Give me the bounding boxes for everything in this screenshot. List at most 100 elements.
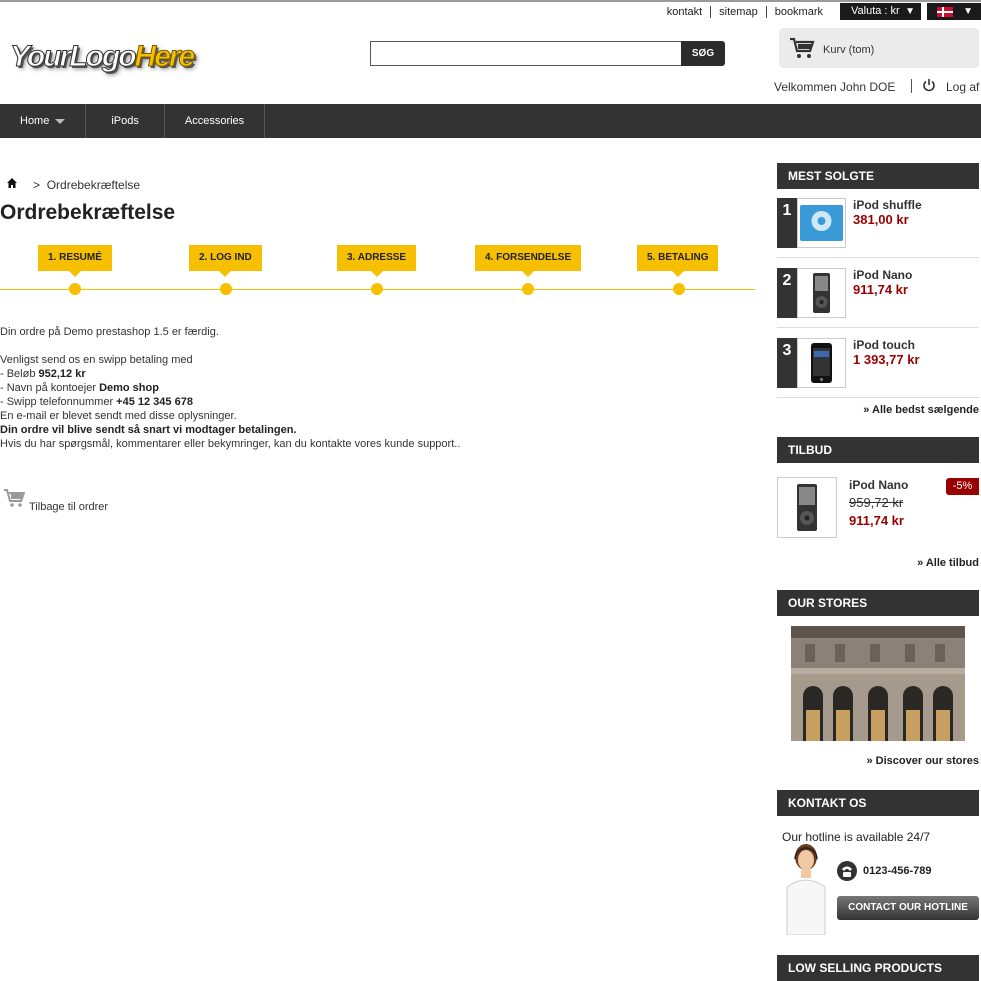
currency-label: Valuta : kr [851,5,900,17]
cart-box[interactable]: Kurv (tom) [779,28,979,68]
step-dot [673,283,685,295]
top-border [0,0,981,2]
currency-select[interactable]: Valuta : kr ▼ [840,3,921,20]
welcome-text: Velkommen John DOE [774,80,896,94]
support-agent-image [786,844,826,935]
specials-title[interactable]: TILBUD [777,437,979,463]
amount-value: 952,12 kr [38,368,86,380]
step-address[interactable]: 3. ADRESSE [337,245,417,277]
breadcrumb-current: Ordrebekræftelse [46,178,141,192]
product-price: 911,74 kr [849,513,904,528]
product-thumbnail[interactable] [777,477,837,538]
header-links: kontakt sitemap bookmark [659,6,831,18]
contact-link[interactable]: kontakt [659,6,710,18]
search-input[interactable] [370,41,682,66]
product-thumbnail[interactable] [797,268,846,318]
power-icon[interactable] [922,78,936,92]
chevron-down-icon: ▼ [963,6,973,17]
phone-line: - Swipp telefonnummer +45 12 345 678 [0,395,740,409]
chevron-down-icon [55,118,66,124]
breadcrumb-separator: > [33,178,41,192]
discount-badge: -5% [946,478,979,495]
owner-prefix: - Navn på kontoejer [0,382,100,394]
divider [911,79,912,93]
logout-link[interactable]: Log af [946,80,979,94]
phone-icon [837,861,857,881]
email-note: En e-mail er blevet sendt med disse oply… [0,410,237,422]
shipping-note: Din ordre vil blive sendt så snart vi mo… [0,424,297,436]
ipod-shuffle-image [800,205,843,241]
old-price: 959,72 kr [849,495,904,510]
bookmark-link[interactable]: bookmark [765,6,831,18]
step-dot [69,283,81,295]
product-price: 911,74 kr [853,282,908,297]
owner-value: Demo shop [99,382,159,394]
page-title: Ordrebekræftelse [0,201,176,224]
store-building-image [791,626,965,741]
main-nav: Home iPods Accessories [0,104,981,138]
store-photo[interactable] [791,626,965,741]
stores-title[interactable]: OUR STORES [777,590,979,616]
rank-badge: 3 [777,338,797,388]
nav-item-home[interactable]: Home [0,104,87,138]
confirmation-line: Din ordre på Demo prestashop 1.5 er færd… [0,326,219,338]
step-login[interactable]: 2. LOG IND [189,245,262,277]
language-select[interactable]: ▼ [927,3,981,20]
confirmation-line: Venligst send os en swipp betaling med [0,354,193,366]
logo-text-1: YourLogo [10,40,138,74]
nav-label: iPods [111,115,139,127]
step-summary[interactable]: 1. RESUMÉ [38,245,112,277]
contact-title[interactable]: KONTAKT OS [777,790,979,816]
nav-label: Home [20,115,50,127]
step-payment[interactable]: 5. BETALING [637,245,719,277]
discover-stores-link[interactable]: » Discover our stores [867,755,980,767]
support-note: Hvis du har spørgsmål, kommentarer eller… [0,438,461,450]
rank-badge: 1 [777,198,797,248]
bestsellers-title[interactable]: MEST SOLGTE [777,163,979,189]
product-price: 381,00 kr [853,212,909,227]
nav-item-ipods[interactable]: iPods [86,104,165,138]
all-bestsellers-link[interactable]: » Alle bedst sælgende [863,404,979,416]
owner-line: - Navn på kontoejer Demo shop [0,381,740,395]
search-button[interactable]: SØG [681,41,725,66]
amount-prefix: - Beløb [0,368,39,380]
low-selling-title[interactable]: LOW SELLING PRODUCTS [777,955,979,981]
step-dot [371,283,383,295]
cart-icon [790,37,815,58]
product-thumbnail[interactable] [797,338,846,388]
phone-number: 0123-456-789 [863,865,932,877]
amount-line: - Beløb 952,12 kr [0,367,740,381]
sitemap-link[interactable]: sitemap [710,6,766,18]
ipod-nano-image [813,273,830,313]
phone-value: +45 12 345 678 [116,396,193,408]
step-dot [522,283,534,295]
all-specials-link[interactable]: » Alle tilbud [917,557,979,569]
product-thumbnail[interactable] [797,198,846,248]
bestseller-item[interactable]: 1 iPod shuffle 381,00 kr [777,198,979,258]
cart-label: Kurv (tom) [823,44,875,56]
home-icon[interactable] [6,177,18,189]
ipod-touch-image [811,343,832,383]
product-price: 1 393,77 kr [853,352,920,367]
logo-text-2: Here [134,40,196,74]
back-to-orders-link[interactable]: Tilbage til ordrer [29,501,108,513]
product-name[interactable]: iPod Nano [849,478,908,492]
hotline-text: Our hotline is available 24/7 [782,830,931,844]
product-name[interactable]: iPod Nano [853,268,912,282]
order-confirmation-text: Din ordre på Demo prestashop 1.5 er færd… [0,325,740,451]
step-shipping[interactable]: 4. FORSENDELSE [475,245,582,277]
danish-flag-icon [937,7,953,17]
cart-icon[interactable] [3,488,25,508]
nav-label: Accessories [184,115,245,127]
chevron-down-icon: ▼ [905,6,915,17]
breadcrumb: > Ordrebekræftelse [33,178,140,192]
ipod-nano-image [797,484,817,531]
rank-badge: 2 [777,268,797,318]
product-name[interactable]: iPod touch [853,338,915,352]
bestseller-item[interactable]: 2 iPod Nano 911,74 kr [777,268,979,328]
product-name[interactable]: iPod shuffle [853,198,922,212]
bestseller-item[interactable]: 3 iPod touch 1 393,77 kr [777,338,979,398]
contact-hotline-button[interactable]: CONTACT OUR HOTLINE [837,896,979,920]
shop-logo[interactable]: YourLogoHere [10,40,196,74]
nav-item-accessories[interactable]: Accessories [165,104,266,138]
